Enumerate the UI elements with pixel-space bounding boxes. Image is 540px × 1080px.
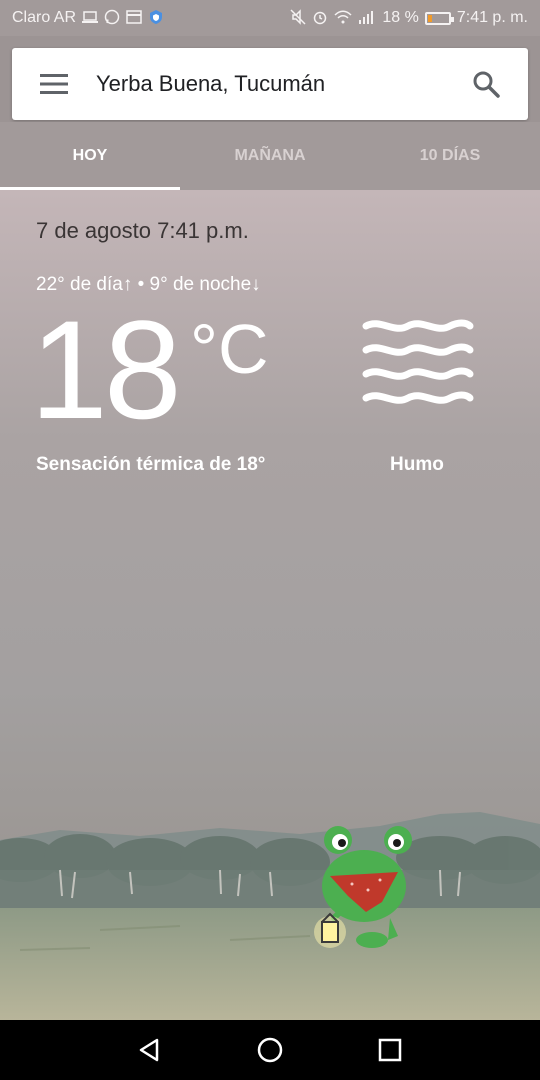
location-search-bar[interactable]: Yerba Buena, Tucumán xyxy=(12,48,528,120)
home-icon xyxy=(257,1037,283,1063)
alarm-icon xyxy=(312,9,328,27)
mute-icon xyxy=(290,9,306,27)
recents-button[interactable] xyxy=(360,1020,420,1080)
menu-button[interactable] xyxy=(12,48,96,120)
date-time: 7 de agosto 7:41 p.m. xyxy=(36,218,249,243)
battery-icon xyxy=(424,11,454,25)
recents-icon xyxy=(378,1038,402,1062)
temperature-unit[interactable]: °C xyxy=(190,314,269,384)
status-right: 18 % 7:41 p. m. xyxy=(290,9,528,27)
day-tabs: HOY MAÑANA 10 DÍAS xyxy=(0,122,540,190)
home-button[interactable] xyxy=(240,1020,300,1080)
condition-label: Humo xyxy=(390,454,444,475)
shield-icon xyxy=(148,9,164,27)
tab-manana[interactable]: MAÑANA xyxy=(180,122,360,190)
tab-hoy[interactable]: HOY xyxy=(0,122,180,190)
status-left: Claro AR xyxy=(12,9,164,27)
battery-percent: 18 % xyxy=(382,9,419,26)
weather-panel: 7 de agosto 7:41 p.m. 22° de día↑ • 9° d… xyxy=(0,190,540,1020)
current-temperature: 18 xyxy=(30,291,182,448)
hamburger-menu-icon xyxy=(40,74,68,94)
smoke-waves-icon xyxy=(362,318,474,419)
location-text[interactable]: Yerba Buena, Tucumán xyxy=(96,71,444,97)
status-bar: Claro AR 18 % 7:41 p. m. xyxy=(0,0,540,36)
signal-icon xyxy=(358,10,376,26)
search-button[interactable] xyxy=(444,48,528,120)
wifi-icon xyxy=(334,9,352,27)
feels-like: Sensación térmica de 18° xyxy=(36,454,266,475)
carrier-name: Claro AR xyxy=(12,9,77,26)
clock: 7:41 p. m. xyxy=(456,9,528,26)
card-icon xyxy=(126,10,142,26)
back-icon xyxy=(139,1038,159,1062)
system-navigation-bar xyxy=(0,1020,540,1080)
laptop-icon xyxy=(82,10,99,26)
whatsapp-icon xyxy=(104,9,120,27)
landscape-illustration xyxy=(0,800,540,1020)
tab-10-dias[interactable]: 10 DÍAS xyxy=(360,122,540,190)
back-button[interactable] xyxy=(120,1020,180,1080)
search-icon xyxy=(473,71,500,98)
